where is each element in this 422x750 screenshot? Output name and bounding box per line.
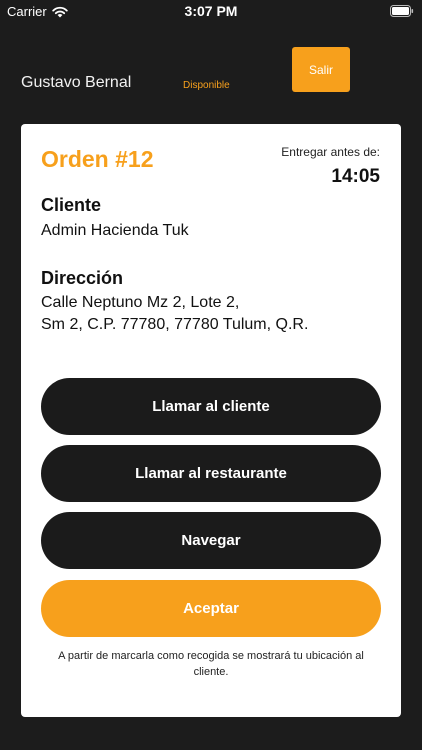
client-name: Admin Hacienda Tuk bbox=[41, 222, 189, 239]
address-heading: Dirección bbox=[41, 268, 124, 288]
order-detail-screen: Carrier 3:07 PM Gustavo Bernal Disponibl… bbox=[0, 0, 422, 750]
call-restaurant-button[interactable]: Llamar al restaurante bbox=[41, 445, 381, 502]
order-card: Orden #12 Entregar antes de: 14:05 Clien… bbox=[21, 124, 401, 717]
location-sharing-note: A partir de marcarla como recogida se mo… bbox=[58, 650, 364, 678]
client-heading: Cliente bbox=[41, 195, 102, 215]
call-client-button[interactable]: Llamar al cliente bbox=[41, 378, 381, 435]
driver-name: Gustavo Bernal bbox=[21, 74, 132, 91]
status-time: 3:07 PM bbox=[184, 3, 238, 19]
address-line-2: Sm 2, C.P. 77780, 77780 Tulum, Q.R. bbox=[41, 316, 309, 333]
status-bar: Carrier 3:07 PM bbox=[0, 0, 422, 24]
navigate-button[interactable]: Navegar bbox=[41, 512, 381, 569]
logout-button[interactable]: Salir bbox=[292, 47, 350, 92]
address-line-1: Calle Neptuno Mz 2, Lote 2, bbox=[41, 294, 240, 311]
availability-status: Disponible bbox=[183, 80, 230, 91]
deliver-before-time: 14:05 bbox=[331, 166, 380, 187]
deliver-before-label: Entregar antes de: bbox=[281, 145, 380, 159]
order-title: Orden #12 bbox=[41, 146, 154, 172]
battery-icon bbox=[390, 5, 414, 17]
accept-button[interactable]: Aceptar bbox=[41, 580, 381, 637]
